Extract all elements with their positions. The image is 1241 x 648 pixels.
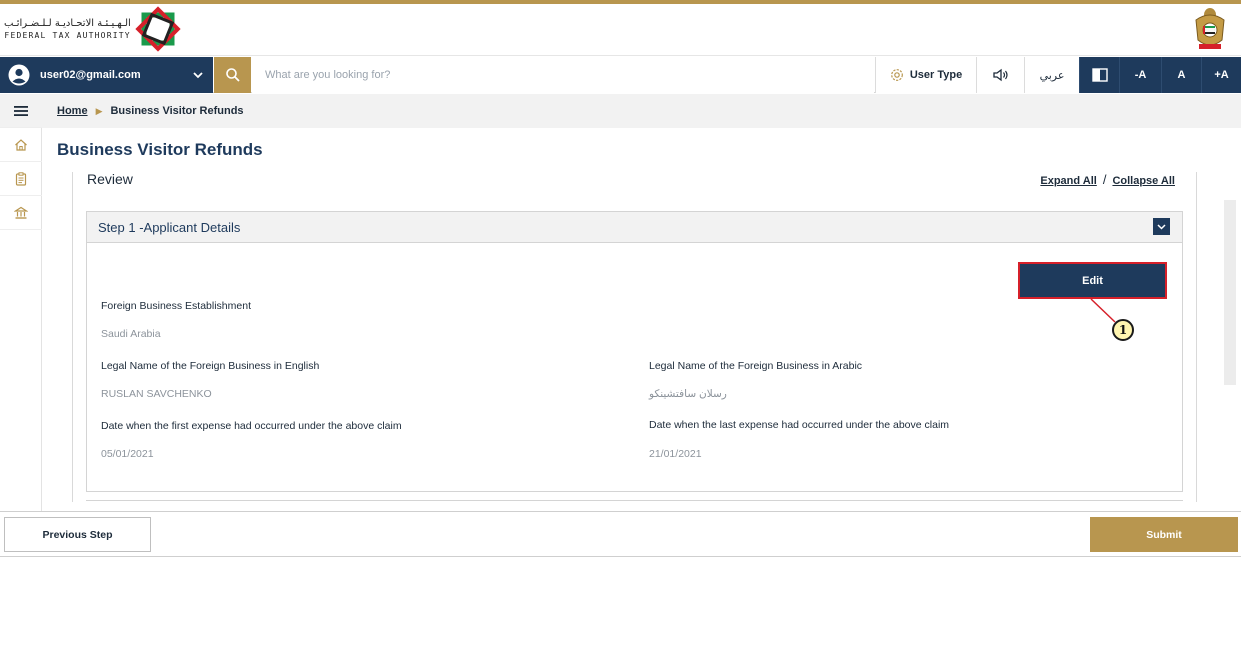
sidebar-item-bank[interactable] (0, 196, 42, 230)
panel-collapse-button[interactable] (1153, 218, 1170, 235)
font-decrease-button[interactable]: -A (1119, 57, 1161, 93)
panel-header[interactable]: Step 1 -Applicant Details (87, 212, 1182, 243)
bank-icon (14, 206, 28, 219)
first-expense-date-value: 05/01/2021 (101, 448, 154, 460)
search-input[interactable] (252, 57, 874, 93)
clipboard-icon (15, 171, 27, 186)
legal-name-english-label: Legal Name of the Foreign Business in En… (101, 360, 320, 372)
content-border-right (1196, 172, 1197, 502)
font-decrease-label: -A (1134, 69, 1147, 81)
panel-title: Step 1 -Applicant Details (98, 219, 241, 235)
section-title: Review (87, 171, 133, 187)
legal-name-arabic-label: Legal Name of the Foreign Business in Ar… (649, 360, 863, 372)
speaker-icon (992, 68, 1008, 82)
user-type-label: User Type (909, 69, 963, 81)
applicant-details-panel: Step 1 -Applicant Details (86, 211, 1183, 492)
foreign-establishment-label: Foreign Business Establishment (101, 300, 251, 312)
arabic-language-label: عربي (1039, 69, 1065, 82)
scrollbar-thumb[interactable] (1224, 200, 1236, 385)
fta-logo-icon (135, 6, 181, 52)
link-divider: / (1102, 172, 1107, 187)
submit-button[interactable]: Submit (1090, 517, 1238, 552)
chevron-down-icon (193, 72, 203, 79)
legal-name-arabic-value: رسلان سافتشينكو (649, 388, 727, 400)
user-type-button[interactable]: User Type (875, 57, 976, 93)
collapse-all-link[interactable]: Collapse All (1112, 175, 1175, 187)
expand-all-link[interactable]: Expand All (1040, 175, 1096, 187)
breadcrumb-separator-icon: ▶ (95, 105, 103, 116)
site-header: الـهـيـئـة الاتحـاديـة لـلـضـرائـب FEDER… (0, 4, 1241, 56)
previous-step-button[interactable]: Previous Step (4, 517, 151, 552)
foreign-establishment-value: Saudi Arabia (101, 328, 161, 340)
font-normal-button[interactable]: A (1161, 57, 1201, 93)
callout-badge: 1 (1112, 319, 1134, 341)
edit-button[interactable]: Edit (1018, 262, 1167, 299)
sidebar-item-clipboard[interactable] (0, 162, 42, 196)
first-expense-date-label: Date when the first expense had occurred… (101, 420, 402, 432)
uae-emblem-icon (1195, 8, 1225, 49)
gear-icon (890, 69, 903, 81)
last-expense-date-label: Date when the last expense had occurred … (649, 419, 950, 431)
left-sidebar (0, 94, 42, 512)
user-account-dropdown[interactable]: user02@gmail.com (0, 57, 213, 93)
font-increase-button[interactable]: +A (1201, 57, 1241, 93)
fta-logo[interactable]: الـهـيـئـة الاتحـاديـة لـلـضـرائـب FEDER… (4, 6, 181, 52)
search-icon (225, 68, 240, 82)
home-icon (15, 138, 27, 151)
form-footer: Previous Step Submit (0, 511, 1241, 557)
logo-arabic-text: الـهـيـئـة الاتحـاديـة لـلـضـرائـب (4, 18, 131, 29)
next-panel-edge (86, 500, 1183, 501)
arabic-language-button[interactable]: عربي (1024, 57, 1079, 93)
menu-toggle-button[interactable] (0, 94, 42, 128)
chevron-down-icon (1157, 224, 1166, 230)
expand-collapse-links: Expand All / Collapse All (1040, 172, 1175, 187)
content-border-left (72, 172, 73, 502)
user-email: user02@gmail.com (40, 69, 141, 81)
font-increase-label: +A (1214, 69, 1229, 81)
sidebar-item-home[interactable] (0, 128, 42, 162)
logo-text: الـهـيـئـة الاتحـاديـة لـلـضـرائـب FEDER… (4, 17, 131, 41)
breadcrumb-current: Business Visitor Refunds (110, 105, 244, 117)
font-normal-label: A (1177, 69, 1186, 81)
legal-name-english-value: RUSLAN SAVCHENKO (101, 388, 212, 400)
hamburger-menu-icon (14, 105, 28, 116)
logo-english-text: FEDERAL TAX AUTHORITY (4, 31, 131, 40)
contrast-icon (1091, 68, 1108, 82)
user-avatar-icon (8, 64, 30, 86)
top-toolbar: user02@gmail.com User Type عربي (0, 57, 1241, 93)
search-button[interactable] (214, 57, 251, 93)
audio-button[interactable] (976, 57, 1024, 93)
breadcrumb-home-link[interactable]: Home (57, 105, 88, 117)
page-title: Business Visitor Refunds (57, 140, 263, 159)
breadcrumb: Home ▶ Business Visitor Refunds (42, 94, 1241, 128)
contrast-toggle-button[interactable] (1079, 57, 1119, 93)
last-expense-date-value: 21/01/2021 (649, 448, 702, 460)
